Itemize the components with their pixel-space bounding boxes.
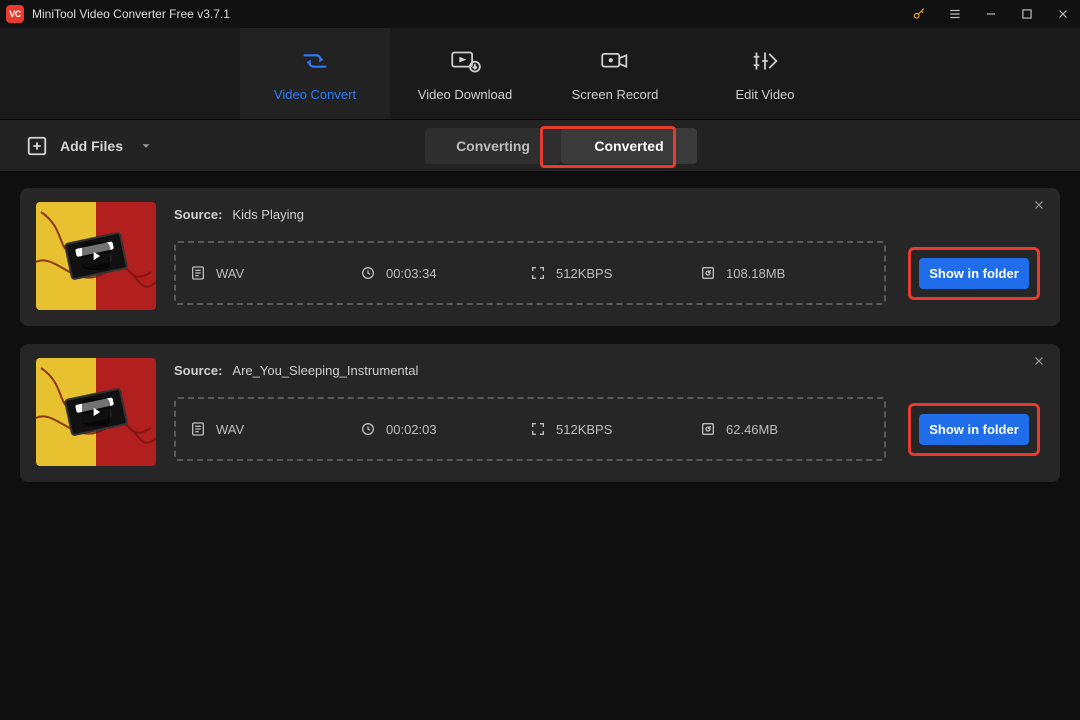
tab-screen-record[interactable]: Screen Record [540, 28, 690, 119]
cta: Show in folder [904, 247, 1044, 300]
filesize-detail: 62.46MB [700, 421, 870, 437]
play-icon[interactable] [82, 398, 110, 426]
expand-icon [530, 421, 546, 437]
filesize-text: 62.46MB [726, 422, 778, 437]
expand-icon [530, 265, 546, 281]
source-name: Kids Playing [232, 207, 304, 222]
tab-label: Screen Record [572, 87, 659, 102]
show-in-folder-button[interactable]: Show in folder [919, 258, 1029, 289]
tab-converting[interactable]: Converting [425, 128, 561, 164]
content: Source: Kids Playing WAV 00:03:34 [0, 172, 1080, 502]
item-thumbnail[interactable] [36, 358, 156, 466]
source-row: Source: Are_You_Sleeping_Instrumental [174, 363, 886, 378]
add-files-button[interactable]: Add Files [26, 135, 153, 157]
tab-label: Video Convert [274, 87, 356, 102]
remove-item-icon[interactable] [1032, 198, 1050, 216]
tab-converted[interactable]: Converted [561, 128, 697, 164]
source-row: Source: Kids Playing [174, 207, 886, 222]
play-icon[interactable] [82, 242, 110, 270]
source-label: Source: [174, 363, 222, 378]
format-detail: WAV [190, 265, 360, 281]
source-name: Are_You_Sleeping_Instrumental [232, 363, 418, 378]
close-icon[interactable] [1054, 5, 1072, 23]
maximize-icon[interactable] [1018, 5, 1036, 23]
duration-detail: 00:03:34 [360, 265, 530, 281]
video-convert-icon [298, 45, 332, 77]
chevron-down-icon [139, 139, 153, 153]
tab-edit-video[interactable]: Edit Video [690, 28, 840, 119]
tab-label: Edit Video [735, 87, 794, 102]
duration-text: 00:03:34 [386, 266, 437, 281]
titlebar: MiniTool Video Converter Free v3.7.1 [0, 0, 1080, 28]
disk-icon [700, 265, 716, 281]
bitrate-text: 512KBPS [556, 422, 612, 437]
bitrate-detail: 512KBPS [530, 265, 700, 281]
key-icon[interactable] [910, 5, 928, 23]
window-controls [910, 5, 1072, 23]
source-label: Source: [174, 207, 222, 222]
clock-icon [360, 421, 376, 437]
video-download-icon [448, 45, 482, 77]
tab-label: Video Download [418, 87, 512, 102]
tab-video-convert[interactable]: Video Convert [240, 28, 390, 119]
format-icon [190, 265, 206, 281]
highlight-show-in-folder: Show in folder [908, 403, 1040, 456]
remove-item-icon[interactable] [1032, 354, 1050, 372]
highlight-show-in-folder: Show in folder [908, 247, 1040, 300]
converted-item: Source: Are_You_Sleeping_Instrumental WA… [20, 344, 1060, 482]
tab-converting-label: Converting [456, 138, 530, 154]
tab-video-download[interactable]: Video Download [390, 28, 540, 119]
top-nav: Video Convert Video Download Screen Reco… [0, 28, 1080, 120]
show-in-folder-button[interactable]: Show in folder [919, 414, 1029, 445]
duration-text: 00:02:03 [386, 422, 437, 437]
filesize-text: 108.18MB [726, 266, 785, 281]
item-details: WAV 00:03:34 512KBPS 108.18MB [174, 241, 886, 305]
toolbar: Add Files Converting Converted [0, 120, 1080, 172]
edit-video-icon [748, 45, 782, 77]
format-text: WAV [216, 422, 244, 437]
clock-icon [360, 265, 376, 281]
filesize-detail: 108.18MB [700, 265, 870, 281]
item-details: WAV 00:02:03 512KBPS 62.46MB [174, 397, 886, 461]
format-icon [190, 421, 206, 437]
app-title: MiniTool Video Converter Free v3.7.1 [32, 7, 230, 21]
tab-converted-label: Converted [594, 138, 663, 154]
duration-detail: 00:02:03 [360, 421, 530, 437]
app-logo [6, 5, 24, 23]
disk-icon [700, 421, 716, 437]
bitrate-text: 512KBPS [556, 266, 612, 281]
menu-icon[interactable] [946, 5, 964, 23]
cta: Show in folder [904, 403, 1044, 456]
add-files-label: Add Files [60, 138, 123, 154]
format-text: WAV [216, 266, 244, 281]
format-detail: WAV [190, 421, 360, 437]
screen-record-icon [598, 45, 632, 77]
item-thumbnail[interactable] [36, 202, 156, 310]
status-tabs: Converting Converted [425, 128, 697, 164]
bitrate-detail: 512KBPS [530, 421, 700, 437]
add-files-plus-icon [26, 135, 48, 157]
minimize-icon[interactable] [982, 5, 1000, 23]
converted-item: Source: Kids Playing WAV 00:03:34 [20, 188, 1060, 326]
